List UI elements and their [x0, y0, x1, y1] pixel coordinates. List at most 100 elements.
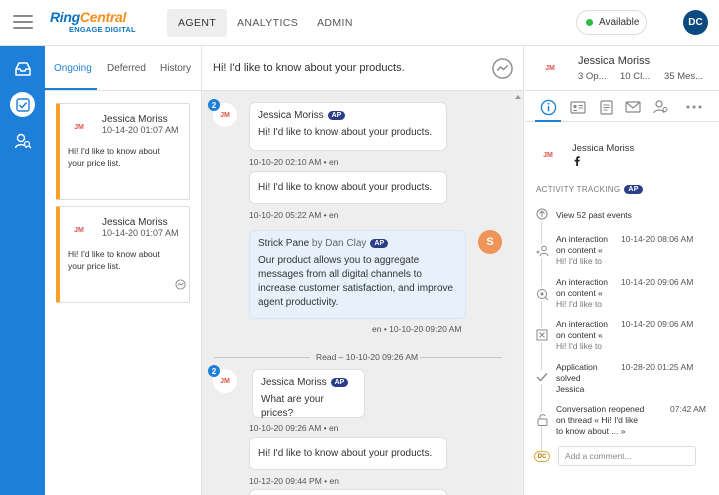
ap-badge: AP [330, 378, 349, 387]
status-dot-icon [586, 19, 593, 26]
message-text: Our product allows you to aggregate mess… [258, 255, 454, 308]
view-past-events-icon[interactable] [535, 207, 549, 221]
ap-badge: AP [327, 111, 346, 120]
nav-tab-analytics[interactable]: ANALYTICS [226, 9, 309, 37]
message-bubble: Hi! I'd like to know about your products… [249, 171, 447, 204]
event-date: 10-14-20 09:06 AM [621, 277, 694, 287]
left-rail [0, 46, 45, 495]
message-text: Hi! I'd like to know about your products… [258, 127, 433, 138]
facebook-icon[interactable] [574, 156, 580, 169]
user-avatar[interactable]: DC [683, 10, 708, 35]
conversation-contact-name: Jessica Moriss [102, 217, 168, 228]
scroll-up-arrow-icon[interactable] [515, 95, 521, 99]
interaction-target-icon [535, 287, 549, 301]
status-label: Available [599, 17, 640, 28]
conversation-date: 10-14-20 01:07 AM [102, 125, 179, 135]
thread-header: Hi! I'd like to know about your products… [202, 46, 523, 91]
contact-header: JM Jessica Moriss 3 Op... 10 Cl... 35 Me… [525, 46, 719, 91]
message-text: Hi! I'd like to know about your products… [258, 182, 433, 193]
activity-event[interactable]: An interaction on content « Hi! I'd like… [556, 234, 608, 267]
more-options-icon[interactable] [684, 97, 704, 117]
info-icon[interactable] [538, 97, 558, 117]
agent-name: Strick Pane [258, 238, 310, 249]
activity-event[interactable]: Conversation reopened on thread « Hi! I'… [556, 404, 644, 437]
message-meta: 10-10-20 05:22 AM • en [249, 210, 339, 220]
agent-avatar: S [478, 230, 502, 254]
contact-details-panel: JM Jessica Moriss 3 Op... 10 Cl... 35 Me… [525, 46, 719, 495]
unlock-icon [535, 412, 549, 426]
contact-name: Jessica Moriss [578, 55, 651, 67]
read-marker: Read – 10-10-20 09:26 AM [214, 352, 502, 362]
conversation-thread: Hi! I'd like to know about your products… [202, 46, 524, 495]
details-tabs [525, 92, 719, 122]
tab-ongoing[interactable]: Ongoing [54, 63, 92, 74]
checkmark-icon [535, 370, 549, 384]
hamburger-menu-icon[interactable] [13, 15, 33, 29]
agent-by: by Dan Clay [311, 238, 367, 249]
interaction-box-icon [535, 328, 549, 342]
conversation-preview: Hi! I'd like to know about your price li… [68, 249, 160, 271]
nav-tab-agent[interactable]: AGENT [167, 9, 228, 37]
thread-scrollbar[interactable] [513, 92, 523, 495]
message-text: Hi! I'd like to know about your products… [258, 448, 433, 459]
conversation-card[interactable]: JM Jessica Moriss 10-14-20 01:07 AM Hi! … [56, 103, 190, 200]
message-text: What are your prices? [261, 394, 324, 419]
activity-event[interactable]: An interaction on content « Hi! I'd like… [556, 319, 608, 352]
user-search-icon[interactable] [651, 97, 671, 117]
messenger-icon[interactable] [491, 57, 514, 83]
conversation-preview: Hi! I'd like to know about your price li… [68, 146, 160, 168]
conversation-contact-name: Jessica Moriss [102, 114, 168, 125]
tab-history[interactable]: History [160, 63, 191, 74]
contact-avatar: JM [67, 115, 91, 139]
ap-badge: AP [370, 239, 389, 248]
mail-icon[interactable] [623, 97, 643, 117]
messages-count: 35 Mes... [664, 71, 704, 82]
event-date: 07:42 AM [670, 404, 706, 414]
message-bubble: Jessica Moriss AP Hi! I'd like to know ab… [249, 102, 447, 151]
activity-event[interactable]: Application solved Jessica [556, 362, 598, 395]
message-meta: en • 10-10-20 09:20 AM [372, 324, 462, 334]
message-bubble-partial [249, 489, 447, 495]
active-tab-underline [45, 88, 97, 90]
availability-status-button[interactable]: Available [576, 10, 647, 35]
unread-count-badge: 2 [208, 365, 220, 377]
message-meta: 10-12-20 09:44 PM • en [249, 476, 339, 486]
unread-count-badge: 2 [208, 99, 220, 111]
closed-count: 10 Cl... [620, 71, 651, 82]
agent-search-icon[interactable] [10, 128, 35, 153]
messenger-icon [175, 279, 186, 293]
profile-name: Jessica Moriss [572, 143, 635, 154]
contact-avatar: JM [538, 56, 562, 80]
event-date: 10-28-20 01:25 AM [621, 362, 694, 372]
ringcentral-logo: RingCentral ENGAGE DIGITAL [50, 9, 136, 34]
conversation-list-panel: Ongoing Deferred History JM Jessica Mori… [45, 46, 202, 495]
ap-badge: AP [624, 185, 643, 194]
view-past-events-link[interactable]: View 52 past events [556, 210, 632, 221]
message-meta: 10-10-20 02:10 AM • en [249, 157, 339, 167]
sender-name: Jessica Moriss [261, 377, 327, 388]
contact-card-icon[interactable] [568, 97, 588, 117]
contact-avatar: JM [67, 218, 91, 242]
tasks-check-icon[interactable] [10, 92, 35, 117]
message-bubble: Hi! I'd like to know about your products… [249, 437, 447, 470]
active-tab-underline [535, 120, 561, 122]
event-date: 10-14-20 09:06 AM [621, 319, 694, 329]
agent-message-bubble: Strick Pane by Dan Clay AP Our product al… [249, 230, 466, 319]
profile-avatar: JM [536, 143, 560, 167]
commenter-badge: DC [534, 451, 550, 462]
event-date: 10-14-20 08:06 AM [621, 234, 694, 244]
open-count: 3 Op... [578, 71, 607, 82]
message-bubble: Jessica Moriss AP What are your prices? [252, 369, 365, 419]
activity-event[interactable]: An interaction on content « Hi! I'd like… [556, 277, 608, 310]
sender-name: Jessica Moriss [258, 110, 324, 121]
document-icon[interactable] [596, 97, 616, 117]
conversation-date: 10-14-20 01:07 AM [102, 228, 179, 238]
inbox-icon[interactable] [10, 56, 35, 81]
thread-title: Hi! I'd like to know about your products… [213, 62, 405, 74]
activity-tracking-label: ACTIVITY TRACKING AP [536, 185, 643, 194]
conversation-card[interactable]: JM Jessica Moriss 10-14-20 01:07 AM Hi! … [56, 206, 190, 303]
nav-tab-admin[interactable]: ADMIN [306, 9, 364, 37]
tab-deferred[interactable]: Deferred [107, 63, 146, 74]
message-meta: 10-10-20 09:26 AM • en [249, 423, 339, 433]
comment-input[interactable] [558, 446, 696, 466]
